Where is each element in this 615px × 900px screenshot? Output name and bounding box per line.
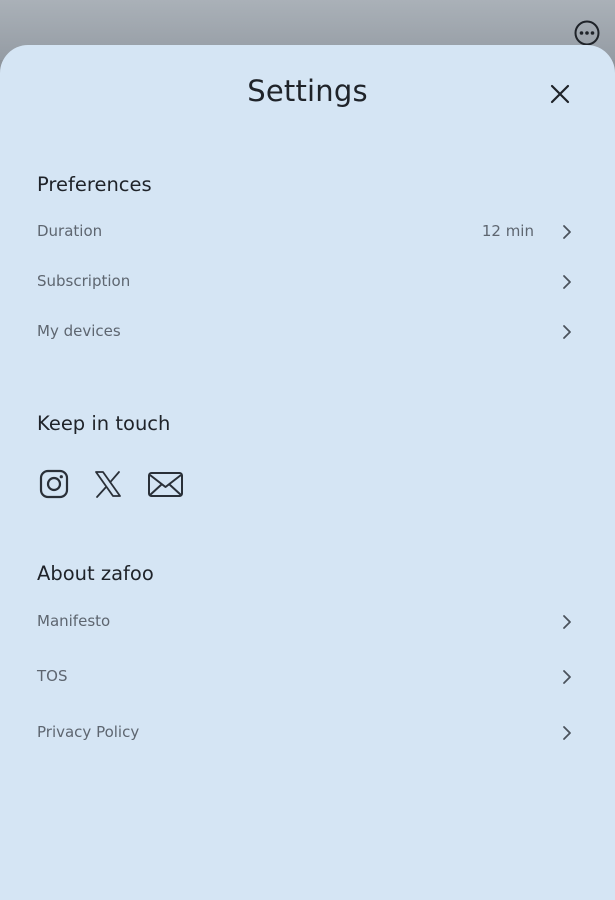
settings-row-manifesto[interactable]: Manifesto (0, 602, 615, 642)
row-label: TOS (37, 667, 68, 685)
mail-button[interactable] (147, 466, 183, 502)
instagram-icon (39, 469, 69, 499)
row-label: Duration (37, 222, 103, 240)
chevron-right-icon (563, 325, 571, 339)
settings-row-tos[interactable]: TOS (0, 657, 615, 697)
chevron-right-icon (563, 615, 571, 629)
row-value: 12 min (481, 222, 534, 240)
close-icon (550, 84, 570, 104)
chevron-right-icon (563, 225, 571, 239)
settings-row-my-devices[interactable]: My devices (0, 312, 615, 352)
section-heading-about: About zafoo (37, 562, 154, 585)
section-heading-keep-in-touch: Keep in touch (37, 412, 171, 435)
row-label: Privacy Policy (37, 723, 140, 741)
instagram-button[interactable] (36, 466, 72, 502)
settings-row-duration[interactable]: Duration 12 min (0, 212, 615, 252)
chevron-right-icon (563, 726, 571, 740)
page-title: Settings (247, 74, 368, 108)
chevron-right-icon (563, 670, 571, 684)
more-options-button[interactable] (573, 19, 601, 47)
row-label: My devices (37, 322, 121, 340)
section-heading-preferences: Preferences (37, 173, 152, 196)
chevron-right-icon (563, 275, 571, 289)
more-horizontal-icon (574, 20, 600, 46)
close-button[interactable] (546, 80, 574, 108)
settings-sheet: Settings Preferences Duration 12 min Sub… (0, 45, 615, 900)
row-label: Manifesto (37, 612, 111, 630)
x-button[interactable] (90, 466, 126, 502)
settings-row-subscription[interactable]: Subscription (0, 262, 615, 302)
mail-icon (148, 472, 183, 497)
row-label: Subscription (37, 272, 131, 290)
settings-row-privacy-policy[interactable]: Privacy Policy (0, 713, 615, 753)
x-icon (95, 471, 121, 498)
